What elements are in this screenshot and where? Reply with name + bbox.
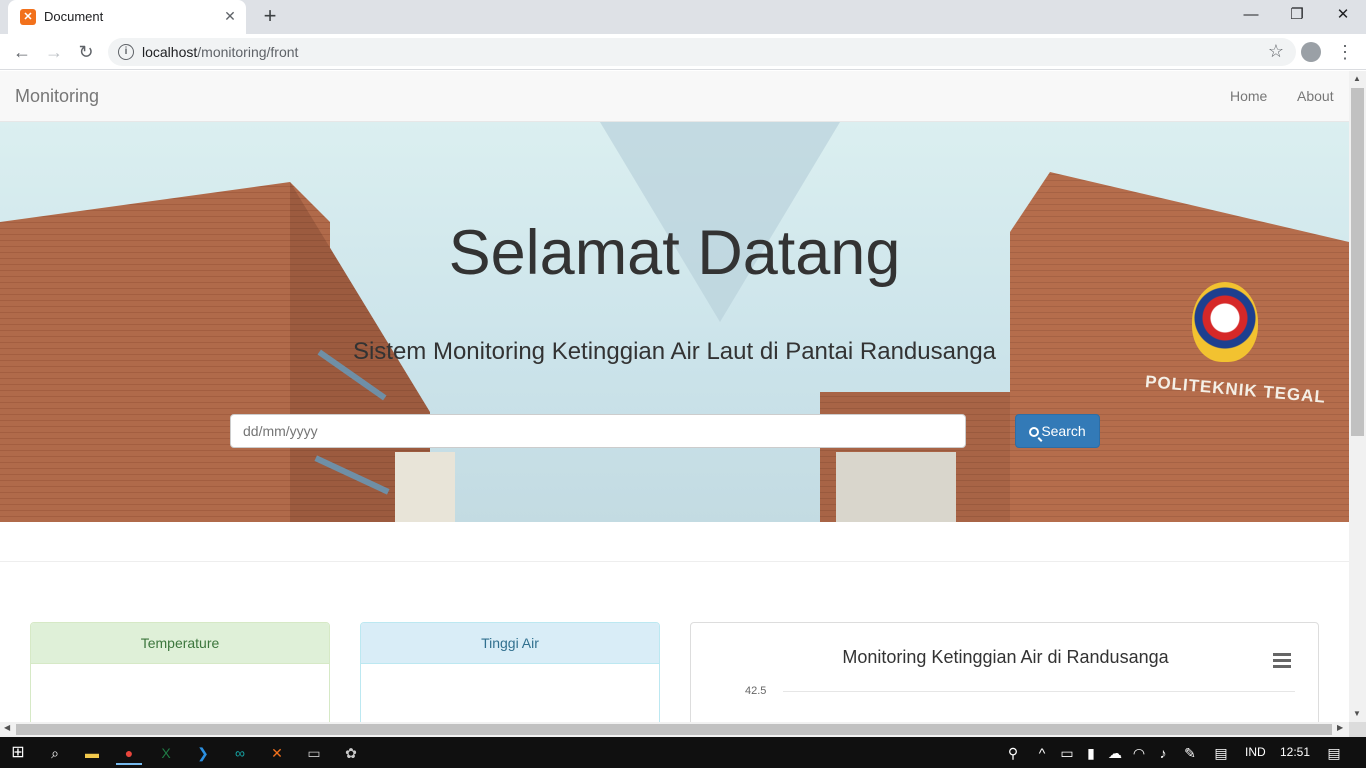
forward-icon[interactable]: → <box>40 39 68 65</box>
chrome-icon[interactable]: ● <box>116 741 142 765</box>
y-axis-tick-label: 42.5 <box>745 685 767 697</box>
chart-title: Monitoring Ketinggian Air di Randusanga <box>842 647 1169 667</box>
section-divider <box>0 561 1349 562</box>
search-icon <box>1029 427 1040 437</box>
browser-menu-icon[interactable]: ⋮ <box>1336 40 1354 64</box>
balcony <box>836 452 956 522</box>
close-tab-icon[interactable]: ✕ <box>220 6 240 26</box>
windows-taskbar: ⊞ ⌕ ▬ ● X ❯ ∞ ✕ ▭ ✿ ⚲ ^ ▭ ▮ ☁ ◠ ♪ ✎ ▤ IN… <box>0 737 1366 768</box>
tinggi-air-panel: Tinggi Air <box>360 622 660 722</box>
xampp-icon: ✕ <box>20 9 36 25</box>
scroll-up-icon[interactable]: ▲ <box>1353 74 1361 83</box>
scroll-left-icon[interactable]: ◀ <box>4 723 10 732</box>
vscode-icon[interactable]: ❯ <box>190 741 216 765</box>
search-button[interactable]: Search <box>1015 414 1100 448</box>
notifications-icon[interactable]: ▤ <box>1321 741 1347 765</box>
balcony <box>395 452 455 522</box>
back-icon[interactable]: ← <box>8 39 36 65</box>
page-viewport: Monitoring Home About POLITEKNIK TEGAL S… <box>0 71 1349 722</box>
hero-banner: POLITEKNIK TEGAL Selamat Datang Sistem M… <box>0 122 1349 522</box>
usb-drive-icon[interactable]: ▭ <box>1054 741 1080 765</box>
file-explorer-icon[interactable]: ▬ <box>79 741 105 765</box>
cmd-icon[interactable]: ▭ <box>301 741 327 765</box>
nav-home-link[interactable]: Home <box>1230 88 1267 104</box>
new-tab-icon[interactable]: + <box>258 5 282 29</box>
arduino-icon[interactable]: ∞ <box>227 741 253 765</box>
vertical-scroll-thumb[interactable] <box>1351 88 1364 436</box>
date-input[interactable] <box>230 414 966 448</box>
profile-avatar[interactable] <box>1301 42 1321 62</box>
hero-subtitle: Sistem Monitoring Ketinggian Air Laut di… <box>352 338 997 365</box>
browser-tab-bar: ✕ Document ✕ + — ❐ ✕ <box>0 0 1366 34</box>
address-bar[interactable]: i localhost/monitoring/front ☆ <box>108 38 1296 66</box>
hero-title: Selamat Datang <box>448 218 901 288</box>
url-text: localhost/monitoring/front <box>142 44 299 60</box>
app-icon[interactable]: ✿ <box>338 741 364 765</box>
horizontal-scrollbar[interactable]: ◀ ▶ <box>0 722 1349 737</box>
tinggi-air-panel-heading: Tinggi Air <box>361 623 659 664</box>
volume-icon[interactable]: ♪ <box>1150 741 1176 765</box>
search-icon[interactable]: ⌕ <box>42 741 68 765</box>
chart-container: Monitoring Ketinggian Air di Randusanga … <box>690 622 1319 722</box>
reload-icon[interactable]: ↻ <box>72 39 100 65</box>
vertical-scrollbar[interactable]: ▲ ▼ <box>1349 71 1366 722</box>
chart-gridline <box>783 691 1295 692</box>
browser-toolbar: ← → ↻ i localhost/monitoring/front ☆ ⋮ <box>0 34 1366 70</box>
show-hidden-icons-icon[interactable]: ^ <box>1029 741 1055 765</box>
pen-icon[interactable]: ✎ <box>1177 741 1203 765</box>
keyboard-icon[interactable]: ▤ <box>1208 741 1234 765</box>
navbar-brand[interactable]: Monitoring <box>15 86 99 107</box>
bookmark-star-icon[interactable]: ☆ <box>1268 41 1284 62</box>
clock[interactable]: 12:51 <box>1280 745 1310 759</box>
scroll-right-icon[interactable]: ▶ <box>1337 723 1343 732</box>
minimize-icon[interactable]: — <box>1228 0 1274 30</box>
chart-menu-icon[interactable] <box>1273 653 1291 671</box>
tab-title: Document <box>44 9 104 24</box>
site-info-icon[interactable]: i <box>118 44 134 60</box>
temperature-panel: Temperature <box>30 622 330 722</box>
restore-icon[interactable]: ❐ <box>1274 0 1320 30</box>
windows-start-icon[interactable]: ⊞ <box>5 741 31 765</box>
language-indicator[interactable]: IND <box>1245 745 1266 759</box>
battery-icon[interactable]: ▮ <box>1078 741 1104 765</box>
nav-about-link[interactable]: About <box>1297 88 1334 104</box>
onedrive-icon[interactable]: ☁ <box>1102 741 1128 765</box>
close-window-icon[interactable]: ✕ <box>1320 0 1366 30</box>
wifi-icon[interactable]: ◠ <box>1126 741 1152 765</box>
temperature-panel-heading: Temperature <box>31 623 329 664</box>
site-navbar: Monitoring Home About <box>0 71 1349 122</box>
scrollbar-corner <box>1349 722 1366 737</box>
scroll-down-icon[interactable]: ▼ <box>1353 709 1361 718</box>
xampp-icon[interactable]: ✕ <box>264 741 290 765</box>
horizontal-scroll-thumb[interactable] <box>16 724 1332 735</box>
browser-tab[interactable]: ✕ Document ✕ <box>8 0 246 34</box>
people-icon[interactable]: ⚲ <box>1000 741 1026 765</box>
excel-icon[interactable]: X <box>153 741 179 765</box>
